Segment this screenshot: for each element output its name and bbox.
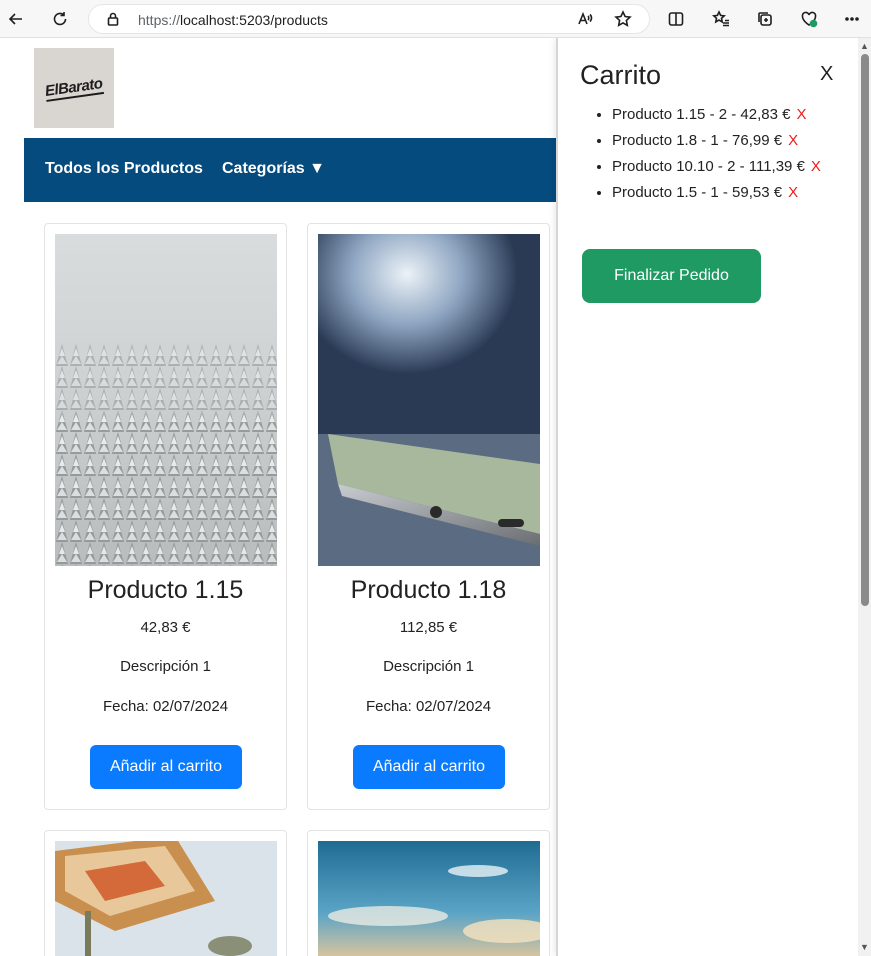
site-logo[interactable]: ElBarato [34, 48, 114, 128]
product-description: Descripción 1 [383, 658, 474, 675]
product-image-snowy-forest [55, 234, 277, 566]
page-scrollbar[interactable]: ▲ ▼ [858, 38, 871, 956]
product-price: 42,83 € [140, 619, 191, 636]
logo-text: ElBarato [44, 74, 104, 102]
product-image-sky [318, 841, 540, 956]
refresh-icon[interactable] [46, 5, 74, 33]
cart-title: Carrito [580, 60, 662, 90]
cart-item: Producto 1.15 - 2 - 42,83 € X [612, 102, 852, 127]
product-card: Producto 1.15 42,83 € Descripción 1 Fech… [44, 223, 287, 810]
product-title: Producto 1.15 [87, 576, 244, 604]
cart-item-text: Producto 1.5 - 1 - 59,53 € [612, 184, 783, 201]
favorite-star-icon[interactable] [609, 5, 637, 33]
more-options-icon[interactable] [838, 5, 866, 33]
url-host: localhost:5203/products [180, 12, 328, 28]
add-to-cart-button[interactable]: Añadir al carrito [353, 745, 505, 789]
product-image-slippers [55, 841, 277, 956]
remove-item-button[interactable]: X [788, 184, 798, 201]
product-image-phone [318, 234, 540, 566]
product-date: Fecha: 02/07/2024 [102, 698, 229, 715]
read-aloud-icon[interactable] [571, 5, 599, 33]
address-bar[interactable]: https://localhost:5203/products [88, 4, 650, 34]
product-price: 112,85 € [399, 619, 458, 636]
nav-all-products[interactable]: Todos los Productos [45, 160, 203, 178]
cart-items-list: Producto 1.15 - 2 - 42,83 € X Producto 1.… [612, 102, 852, 206]
cart-item: Producto 10.10 - 2 - 111,39 € X [612, 154, 852, 179]
back-icon[interactable] [2, 5, 30, 33]
scrollbar-thumb[interactable] [861, 54, 869, 606]
cart-item: Producto 1.5 - 1 - 59,53 € X [612, 180, 852, 205]
add-to-cart-button[interactable]: Añadir al carrito [90, 745, 242, 789]
scroll-down-arrow-icon[interactable]: ▼ [860, 942, 869, 952]
scroll-up-arrow-icon[interactable]: ▲ [860, 41, 869, 51]
product-card: Producto 1.18 112,85 € Descripción 1 Fec… [307, 223, 550, 810]
navbar: Todos los Productos Categorías ▼ [24, 138, 564, 202]
remove-item-button[interactable]: X [811, 158, 821, 175]
page-content: ElBarato Todos los Productos Categorías … [0, 38, 871, 956]
split-screen-icon[interactable] [662, 5, 690, 33]
url-text[interactable]: https://localhost:5203/products [138, 12, 328, 28]
browser-essentials-icon[interactable] [795, 5, 823, 33]
url-scheme: https:// [138, 12, 181, 28]
product-card [307, 830, 550, 956]
remove-item-button[interactable]: X [788, 132, 798, 149]
checkout-button[interactable]: Finalizar Pedido [582, 249, 761, 303]
cart-item: Producto 1.8 - 1 - 76,99 € X [612, 128, 852, 153]
cart-item-text: Producto 10.10 - 2 - 111,39 € [612, 158, 805, 175]
collections-icon[interactable] [751, 5, 779, 33]
lock-icon[interactable] [99, 5, 127, 33]
product-date: Fecha: 02/07/2024 [365, 698, 492, 715]
nav-categories-dropdown[interactable]: Categorías ▼ [222, 160, 325, 178]
cart-item-text: Producto 1.15 - 2 - 42,83 € [612, 106, 791, 123]
product-card [44, 830, 287, 956]
cart-close-button[interactable]: X [820, 63, 833, 86]
browser-toolbar: https://localhost:5203/products [0, 0, 871, 38]
product-description: Descripción 1 [120, 658, 211, 675]
cart-item-text: Producto 1.8 - 1 - 76,99 € [612, 132, 783, 149]
cart-panel: Carrito X Producto 1.15 - 2 - 42,83 € X P… [556, 38, 858, 956]
favorites-icon[interactable] [707, 5, 735, 33]
product-title: Producto 1.18 [350, 576, 507, 604]
remove-item-button[interactable]: X [796, 106, 806, 123]
